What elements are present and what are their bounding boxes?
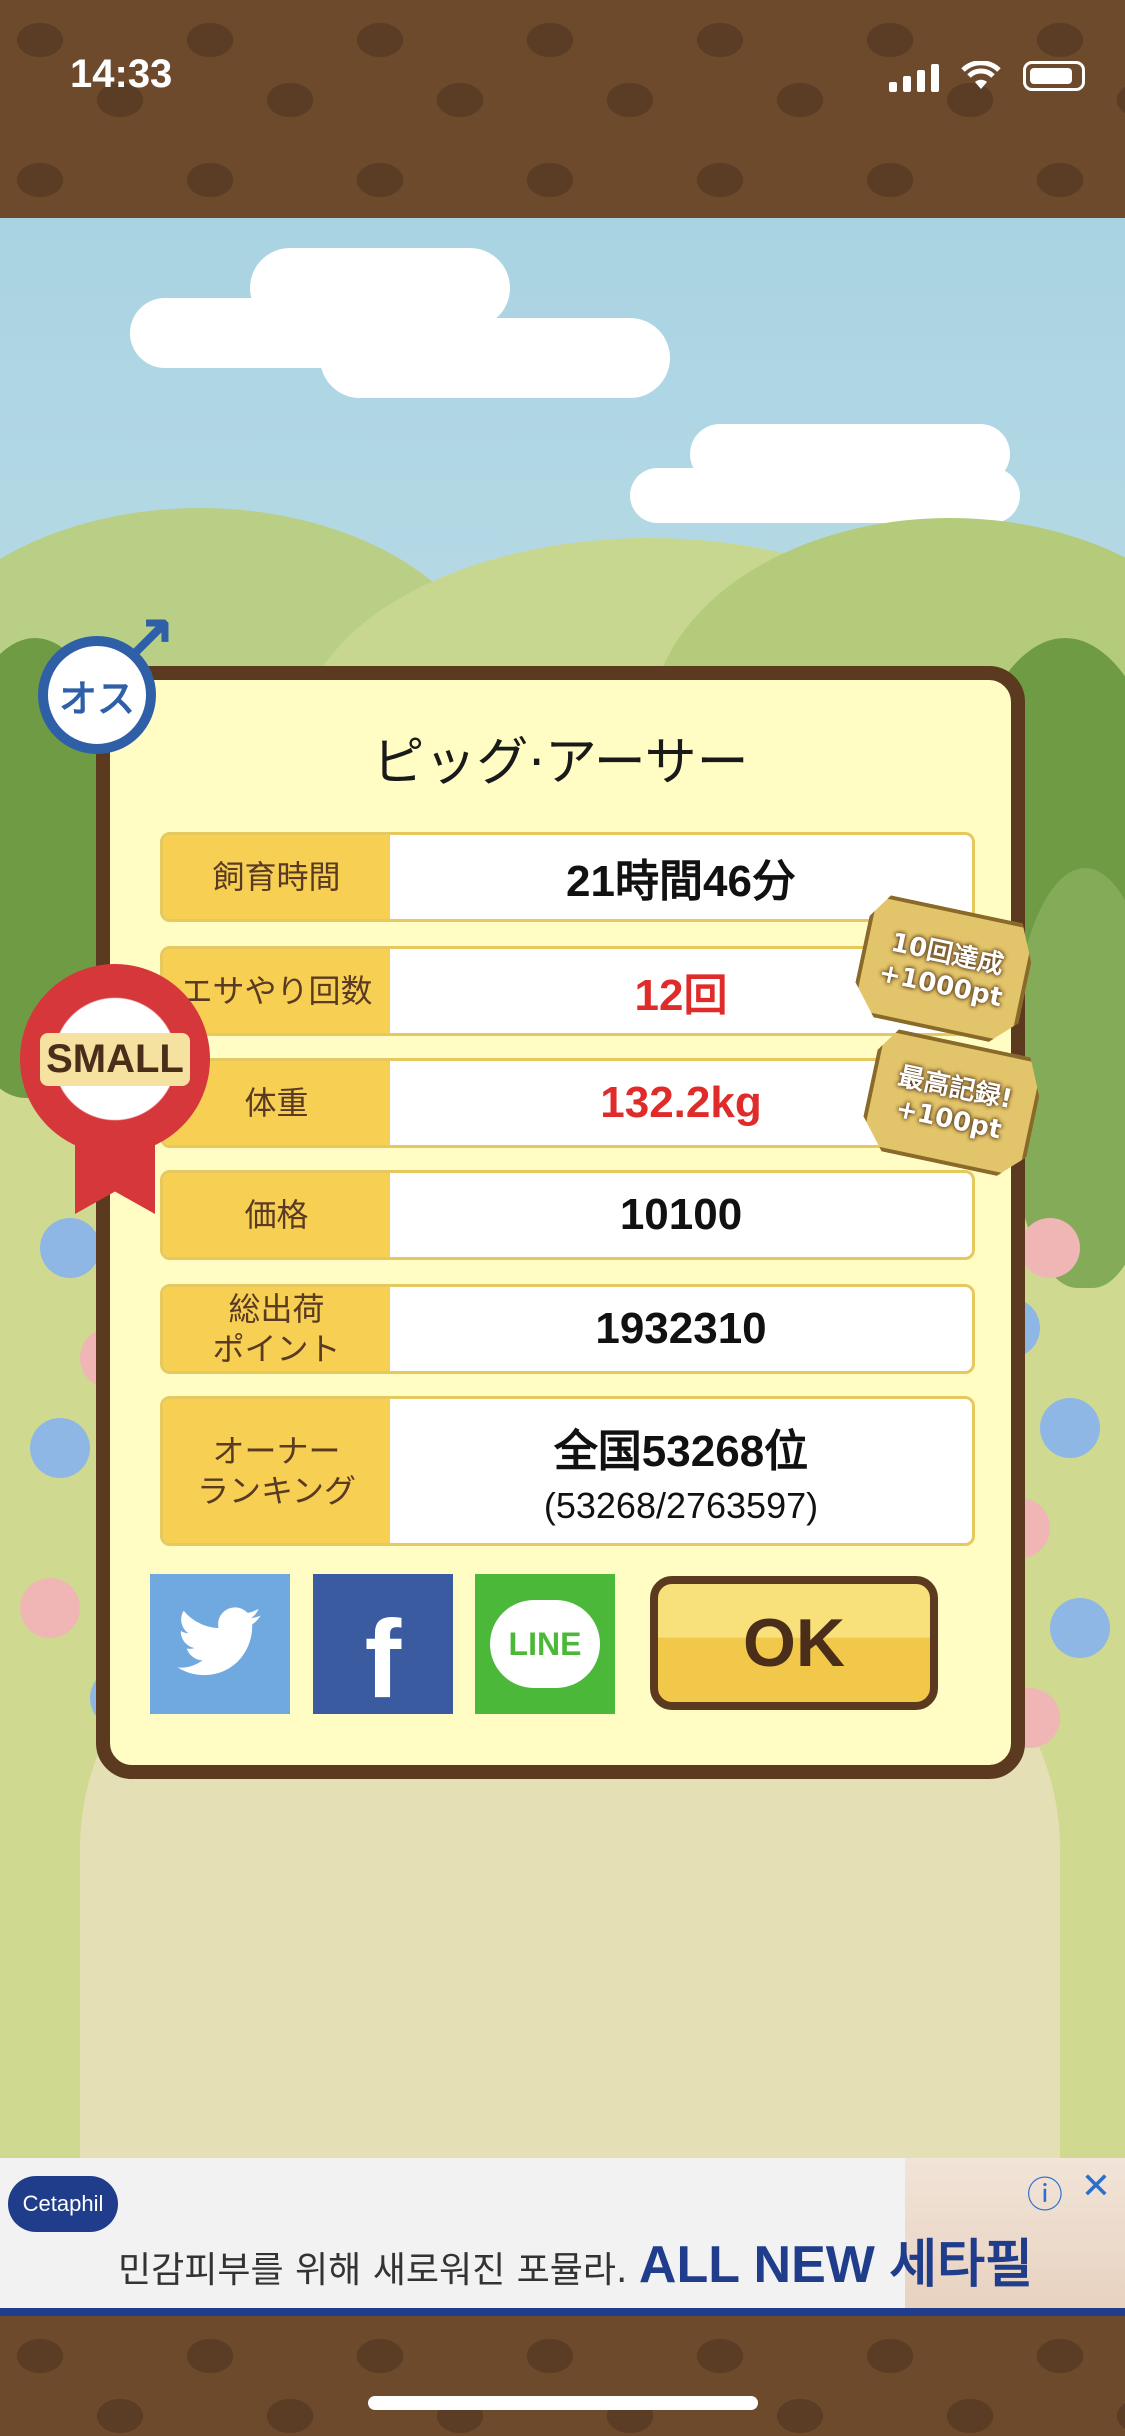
ribbon-tails: [75, 1124, 155, 1214]
ad-brand-logo: Cetaphil: [8, 2176, 118, 2232]
result-dialog: ピッグ·アーサー 飼育時間 21時間46分 エサやり回数 12回 体重 132.…: [96, 666, 1025, 1779]
stat-label: 飼育時間: [163, 835, 390, 919]
ad-close-icon[interactable]: ✕: [1081, 2166, 1111, 2218]
line-share-button[interactable]: LINE: [475, 1574, 615, 1714]
size-label: SMALL: [40, 1032, 190, 1086]
ad-banner[interactable]: Cetaphil 민감피부를 위해 새로워진 포뮬라. ALL NEW 세타필 …: [0, 2158, 1125, 2316]
ad-info-icon[interactable]: ⓘ: [1027, 2166, 1063, 2218]
male-gender-badge: ↗ オス: [38, 606, 188, 756]
stat-row-ranking: オーナー ランキング 全国53268位 (53268/2763597): [160, 1396, 975, 1546]
stat-row-time: 飼育時間 21時間46分: [160, 832, 975, 922]
flower: [20, 1578, 80, 1638]
flower: [1050, 1598, 1110, 1658]
bottom-pattern: [0, 2316, 1125, 2436]
twitter-share-button[interactable]: [150, 1574, 290, 1714]
flower: [30, 1418, 90, 1478]
stat-row-feeding: エサやり回数 12回: [160, 946, 975, 1036]
ad-controls: ⓘ ✕: [1027, 2166, 1111, 2218]
ok-button[interactable]: OK: [650, 1576, 938, 1710]
flower: [1020, 1218, 1080, 1278]
flower: [1040, 1398, 1100, 1458]
cellular-signal-icon: [889, 60, 939, 92]
stat-row-points: 総出荷 ポイント 1932310: [160, 1284, 975, 1374]
cloud: [320, 318, 670, 398]
pig-name-title: ピッグ·アーサー: [372, 733, 749, 793]
ad-body-text: 민감피부를 위해 새로워진 포뮬라.: [118, 2250, 628, 2291]
stat-label: オーナー ランキング: [163, 1399, 390, 1543]
facebook-icon: f: [364, 1597, 402, 1721]
ranking-main: 全国53268位: [553, 1427, 809, 1476]
stat-value: 1932310: [595, 1304, 767, 1353]
flower: [40, 1218, 100, 1278]
ad-copy: 민감피부를 위해 새로워진 포뮬라. ALL NEW 세타필: [118, 2222, 1033, 2297]
wifi-icon: [961, 61, 1001, 89]
stat-row-weight: 体重 132.2kg: [160, 1058, 975, 1148]
stat-label: 総出荷 ポイント: [163, 1287, 390, 1371]
stat-value: 10100: [619, 1190, 743, 1239]
status-icons: [889, 60, 1085, 92]
status-bar: 14:33: [0, 0, 1125, 218]
stat-row-price: 価格 10100: [160, 1170, 975, 1260]
cloud: [250, 248, 510, 328]
facebook-share-button[interactable]: f: [313, 1574, 453, 1721]
status-time: 14:33: [70, 52, 173, 96]
cloud: [690, 424, 1010, 484]
size-ribbon: SMALL: [20, 964, 210, 1214]
gender-label: オス: [38, 636, 156, 754]
ranking-value: 全国53268位 (53268/2763597): [390, 1399, 972, 1543]
battery-icon: [1023, 61, 1085, 91]
ranking-detail: (53268/2763597): [543, 1485, 819, 1526]
home-indicator[interactable]: [368, 2396, 758, 2410]
twitter-icon: [177, 1607, 261, 1676]
ad-headline: ALL NEW 세타필: [638, 2236, 1033, 2294]
line-icon: LINE: [490, 1600, 600, 1688]
